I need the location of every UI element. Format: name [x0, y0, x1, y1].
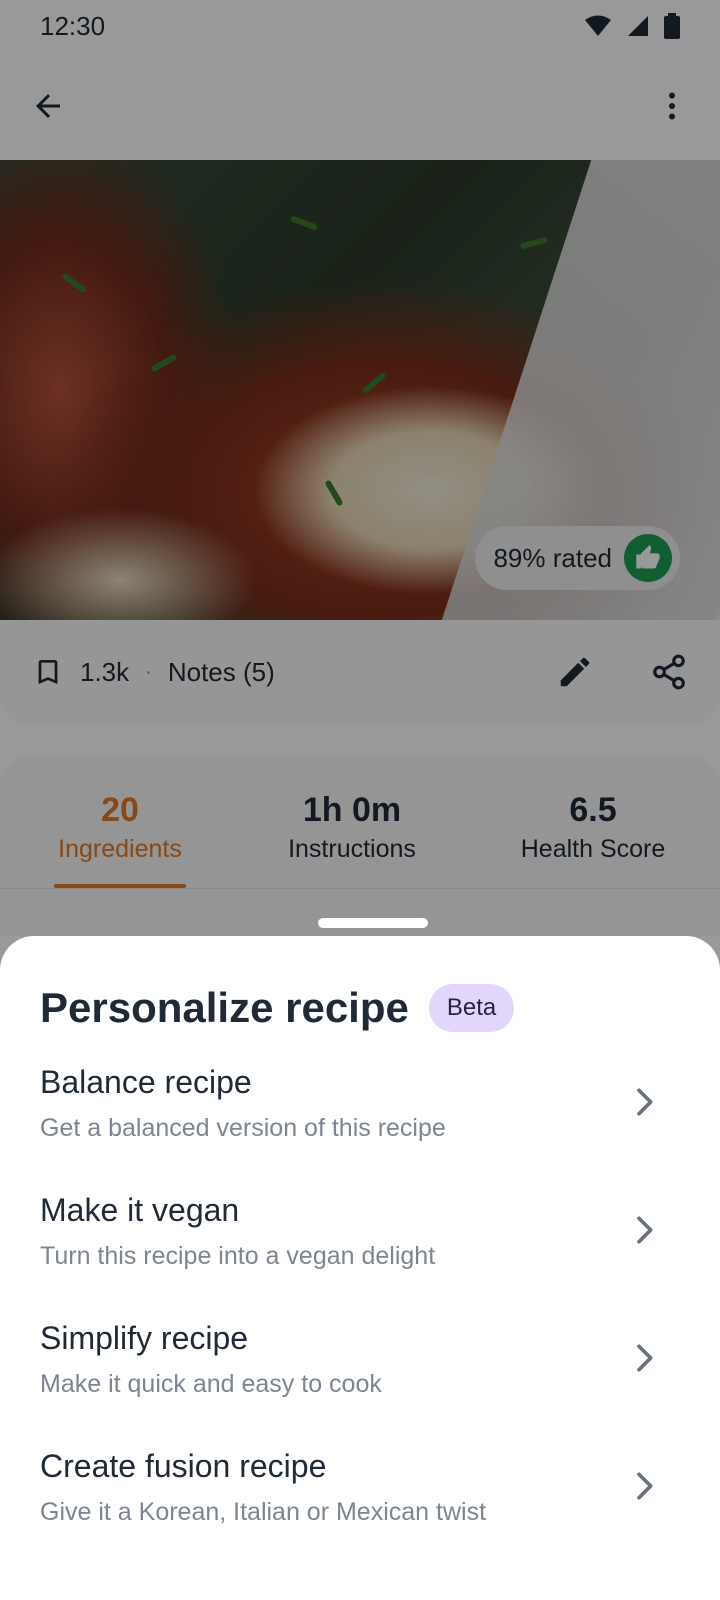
option-simplify-recipe[interactable]: Simplify recipe Make it quick and easy t… — [0, 1316, 720, 1434]
chevron-right-icon — [637, 1344, 653, 1372]
option-subtitle: Make it quick and easy to cook — [40, 1370, 382, 1398]
chevron-right-icon — [637, 1088, 653, 1116]
option-title: Balance recipe — [40, 1064, 252, 1100]
option-subtitle: Give it a Korean, Italian or Mexican twi… — [40, 1498, 487, 1526]
option-title: Make it vegan — [40, 1192, 240, 1228]
option-balance-recipe[interactable]: Balance recipe Get a balanced version of… — [0, 1060, 720, 1178]
option-title: Simplify recipe — [40, 1320, 249, 1356]
chevron-right-icon — [637, 1216, 653, 1244]
sheet-drag-handle[interactable] — [318, 918, 428, 928]
option-make-it-vegan[interactable]: Make it vegan Turn this recipe into a ve… — [0, 1188, 720, 1306]
beta-badge: Beta — [428, 984, 515, 1032]
option-subtitle: Turn this recipe into a vegan delight — [40, 1242, 436, 1270]
option-title: Create fusion recipe — [40, 1448, 327, 1484]
option-create-fusion-recipe[interactable]: Create fusion recipe Give it a Korean, I… — [0, 1444, 720, 1562]
chevron-right-icon — [637, 1472, 653, 1500]
option-subtitle: Get a balanced version of this recipe — [40, 1114, 446, 1142]
personalize-recipe-sheet: Personalize recipe Beta Balance recipe G… — [0, 936, 720, 1600]
sheet-title: Personalize recipe — [40, 984, 409, 1031]
sheet-header: Personalize recipe Beta — [40, 984, 515, 1032]
